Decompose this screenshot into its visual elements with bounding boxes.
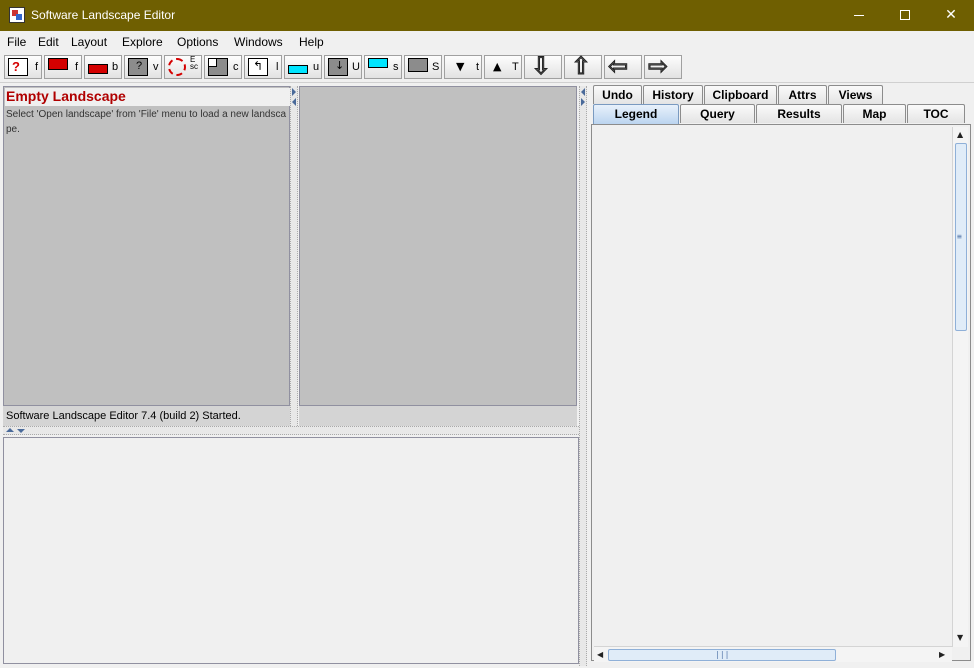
close-icon: ✕ xyxy=(945,7,957,23)
vertical-scroll-thumb[interactable]: ≡ xyxy=(955,143,967,331)
toolbar-button-view[interactable]: ? v xyxy=(124,55,162,79)
toolbar-button-up-arrow[interactable]: ⇧ xyxy=(564,52,602,80)
sibling-box-icon xyxy=(368,58,388,68)
find-query-icon: ? xyxy=(8,58,28,76)
arrow-up-icon: ⇧ xyxy=(570,52,592,80)
split-down-icon xyxy=(17,429,25,433)
tab-query[interactable]: Query xyxy=(680,104,755,123)
scroll-left-icon[interactable]: ◀ xyxy=(597,650,603,660)
toolbar: ? f f b ? v Esc c ↰ l u ↓ U s S ▼ t ▲ T … xyxy=(0,53,974,83)
toolbar-button-sibling-all[interactable]: S xyxy=(404,55,442,79)
app-icon xyxy=(9,7,25,23)
window-title: Software Landscape Editor xyxy=(31,8,176,22)
landscape-title: Empty Landscape xyxy=(5,88,290,106)
menu-windows[interactable]: Windows xyxy=(234,35,283,49)
landscape-message: Select 'Open landscape' from 'File' menu… xyxy=(6,109,287,135)
status-bar: Software Landscape Editor 7.4 (build 2) … xyxy=(3,406,290,426)
scroll-right-icon[interactable]: ▶ xyxy=(939,650,945,660)
toolbar-button-toggle-up[interactable]: ▲ T xyxy=(484,55,522,79)
vertical-scrollbar[interactable]: ▲ ≡ ▼ xyxy=(952,127,968,647)
menu-file[interactable]: File xyxy=(7,35,26,49)
arrow-left-icon: ⇦ xyxy=(607,52,629,80)
toolbar-button-down-arrow[interactable]: ⇩ xyxy=(524,52,562,80)
toolbar-button-escape[interactable]: Esc xyxy=(164,55,202,79)
tab-map[interactable]: Map xyxy=(843,104,906,123)
toolbar-button-toggle-down[interactable]: ▼ t xyxy=(444,55,482,79)
toolbar-button-right-arrow[interactable]: ⇨ xyxy=(644,52,682,80)
escape-icon xyxy=(168,58,186,76)
red-box-icon xyxy=(48,58,68,70)
split-right-icon-2 xyxy=(581,98,585,106)
back-box-icon xyxy=(88,64,108,74)
tab-history[interactable]: History xyxy=(643,85,703,104)
legend-content-panel[interactable] xyxy=(591,124,971,661)
triangle-up-icon: ▲ xyxy=(493,60,502,73)
minimize-button[interactable] xyxy=(836,0,882,31)
split-up-icon xyxy=(6,428,14,432)
toolbar-button-up-all[interactable]: ↓ U xyxy=(324,55,362,79)
menu-bar: File Edit Layout Explore Options Windows… xyxy=(0,31,974,53)
up-all-icon: ↓ xyxy=(328,58,348,76)
toolbar-button-back[interactable]: b xyxy=(84,55,122,79)
maximize-button[interactable] xyxy=(882,0,928,31)
tab-undo[interactable]: Undo xyxy=(593,85,642,104)
triangle-down-icon: ▼ xyxy=(456,60,465,73)
toolbar-button-find[interactable]: ? f xyxy=(4,55,42,79)
arrow-down-icon: ⇩ xyxy=(530,52,552,80)
tab-toc[interactable]: TOC xyxy=(907,104,965,123)
up-box-icon xyxy=(288,65,308,74)
title-bar: Software Landscape Editor ✕ xyxy=(0,0,974,31)
tab-views[interactable]: Views xyxy=(828,85,883,104)
toolbar-button-find-red[interactable]: f xyxy=(44,55,82,79)
toolbar-button-up[interactable]: u xyxy=(284,55,322,79)
vertical-splitter-left[interactable] xyxy=(290,86,298,426)
horizontal-scrollbar[interactable]: ◀ ||| ▶ xyxy=(594,646,952,662)
horizontal-splitter[interactable] xyxy=(3,426,579,435)
split-left-icon-2 xyxy=(581,88,585,96)
middle-panel[interactable] xyxy=(299,86,577,406)
toolbar-button-collapse[interactable]: c xyxy=(204,55,242,79)
bottom-panel[interactable] xyxy=(3,437,579,664)
scroll-down-icon[interactable]: ▼ xyxy=(957,633,963,643)
menu-explore[interactable]: Explore xyxy=(122,35,163,49)
menu-edit[interactable]: Edit xyxy=(38,35,59,49)
toolbar-button-link[interactable]: ↰ l xyxy=(244,55,282,79)
menu-layout[interactable]: Layout xyxy=(71,35,107,49)
sibling-all-icon xyxy=(408,58,428,72)
middle-status-bar xyxy=(299,406,577,426)
split-right-icon xyxy=(292,88,296,96)
tab-clipboard[interactable]: Clipboard xyxy=(704,85,777,104)
tab-attrs[interactable]: Attrs xyxy=(778,85,827,104)
toolbar-button-left-arrow[interactable]: ⇦ xyxy=(604,52,642,80)
link-icon: ↰ xyxy=(248,58,268,76)
hscroll-grip-icon: ||| xyxy=(715,650,730,659)
horizontal-scroll-thumb[interactable]: ||| xyxy=(608,649,836,661)
vscroll-grip-icon: ≡ xyxy=(957,232,962,241)
menu-options[interactable]: Options xyxy=(177,35,218,49)
landscape-panel[interactable]: Empty Landscape Select 'Open landscape' … xyxy=(3,86,290,406)
collapse-box-icon xyxy=(208,58,228,76)
split-left-icon xyxy=(292,98,296,106)
menu-help[interactable]: Help xyxy=(299,35,324,49)
tab-legend[interactable]: Legend xyxy=(593,104,679,125)
scroll-up-icon[interactable]: ▲ xyxy=(957,130,963,140)
tab-results[interactable]: Results xyxy=(756,104,842,123)
arrow-right-icon: ⇨ xyxy=(647,52,669,80)
toolbar-button-sibling[interactable]: s xyxy=(364,55,402,79)
close-button[interactable]: ✕ xyxy=(928,0,974,31)
maximize-icon xyxy=(900,10,910,20)
view-box-icon: ? xyxy=(128,58,148,76)
vertical-splitter-right[interactable] xyxy=(579,86,587,666)
minimize-icon xyxy=(854,15,864,16)
